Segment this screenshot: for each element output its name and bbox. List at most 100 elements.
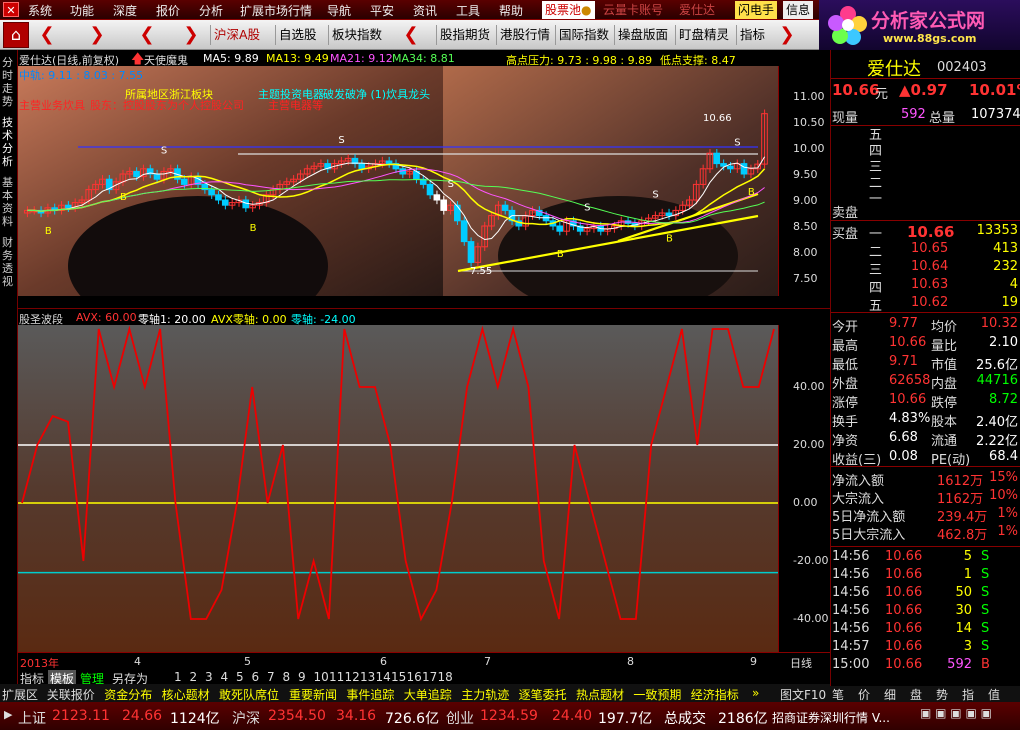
- template-number-tab[interactable]: 6: [252, 670, 260, 684]
- side-tab-financials[interactable]: 财务透视: [2, 236, 16, 288]
- high-price-label: 10.66: [703, 113, 732, 124]
- extension-tab[interactable]: 逐笔委托: [519, 686, 567, 703]
- template-number-tab[interactable]: 7: [267, 670, 275, 684]
- template-number-tab[interactable]: 14: [376, 670, 391, 684]
- chart-area[interactable]: 爱仕达(日线,前复权) 🡅 天使魔鬼 MA5: 9.89 MA13: 9.49 …: [18, 50, 830, 684]
- flash-trade-button[interactable]: 闪电手: [735, 1, 778, 19]
- buy-volume: 4: [1009, 277, 1018, 292]
- menu-system[interactable]: 系统: [28, 2, 52, 19]
- tab-global-index[interactable]: 国际指数: [555, 25, 612, 45]
- tick-side: S: [981, 549, 990, 564]
- extension-tab[interactable]: 热点题材: [576, 686, 624, 703]
- template-number-tab[interactable]: 15: [391, 670, 406, 684]
- tab-sector-index[interactable]: 板块指数: [328, 25, 385, 45]
- menu-quote[interactable]: 报价: [156, 2, 180, 19]
- side-tab-fundamentals[interactable]: 基本资料: [2, 176, 16, 228]
- quote-detail-tab[interactable]: 笔: [832, 686, 844, 703]
- quote-detail-tab[interactable]: 指: [962, 686, 974, 703]
- template-number-tab[interactable]: 17: [422, 670, 437, 684]
- tick-price: 10.66: [885, 567, 923, 582]
- tab-shanghai-shenzhen-a[interactable]: 沪深A股: [210, 25, 263, 45]
- menu-navigate[interactable]: 导航: [327, 2, 351, 19]
- stat-value: 2.40亿: [976, 415, 1018, 430]
- menu-extended-market[interactable]: 扩展市场行情: [240, 2, 312, 19]
- candle-body: [713, 152, 721, 165]
- menu-tools[interactable]: 工具: [456, 2, 480, 19]
- back-arrow-icon[interactable]: ❮: [36, 24, 58, 46]
- template-number-tab[interactable]: 1: [174, 670, 182, 684]
- extension-tab[interactable]: 重要新闻: [289, 686, 337, 703]
- tab-watch-wizard[interactable]: 盯盘精灵: [675, 25, 732, 45]
- template-number-tab[interactable]: 18: [438, 670, 453, 684]
- tab-indicator[interactable]: 指标: [736, 25, 768, 45]
- quote-detail-tab[interactable]: 价: [858, 686, 870, 703]
- menu-analysis[interactable]: 分析: [199, 2, 223, 19]
- tick-volume: 30: [955, 603, 972, 618]
- home-icon[interactable]: ⌂: [3, 22, 29, 48]
- scroll-right-icon[interactable]: ❯: [776, 24, 798, 46]
- quote-detail-tab[interactable]: 值: [988, 686, 1000, 703]
- x-tick: 4: [134, 655, 141, 668]
- template-number-tab[interactable]: 8: [283, 670, 291, 684]
- template-number-tab[interactable]: 16: [407, 670, 422, 684]
- menu-function[interactable]: 功能: [70, 2, 94, 19]
- tab-watchlist[interactable]: 自选股: [275, 25, 320, 45]
- down-arrow-icon[interactable]: ❯: [180, 24, 202, 46]
- menu-pingan[interactable]: 平安: [370, 2, 394, 19]
- up-arrow-icon[interactable]: ❮: [136, 24, 158, 46]
- x-tick: 8: [627, 655, 634, 668]
- menu-depth[interactable]: 深度: [113, 2, 137, 19]
- x-tick: 9: [750, 655, 757, 668]
- extension-tab[interactable]: 一致预期: [633, 686, 681, 703]
- extension-tab[interactable]: 大单追踪: [404, 686, 452, 703]
- template-number-tab[interactable]: 4: [221, 670, 229, 684]
- template-number-tab[interactable]: 5: [236, 670, 244, 684]
- tray-icons[interactable]: ▣ ▣ ▣ ▣ ▣: [920, 706, 992, 720]
- extension-tab[interactable]: 资金分布: [104, 686, 152, 703]
- tab-hk-market[interactable]: 港股行情: [496, 25, 553, 45]
- flow-pct: 1%: [997, 524, 1018, 539]
- template-number-tab[interactable]: 13: [360, 670, 375, 684]
- extension-tab[interactable]: 核心题材: [162, 686, 210, 703]
- shareholder-text: 股东：控股股东为个人控股公司: [90, 99, 244, 112]
- f10-button[interactable]: 图文F10: [780, 686, 826, 703]
- forward-arrow-icon[interactable]: ❯: [86, 24, 108, 46]
- extension-tab[interactable]: 关联报价: [47, 686, 95, 703]
- extension-tab[interactable]: 经济指标: [691, 686, 739, 703]
- template-number-tab[interactable]: 12: [345, 670, 360, 684]
- indicator-axis: 40.00 20.00 0.00 -20.00 -40.00: [778, 325, 830, 652]
- side-tab-technical[interactable]: 技术分析: [2, 116, 16, 168]
- stock-tag[interactable]: 爱仕达: [676, 1, 718, 19]
- indicator-chart[interactable]: [18, 325, 778, 652]
- quote-detail-tab[interactable]: 盘: [910, 686, 922, 703]
- account-tag[interactable]: 云量卡账号: [600, 1, 666, 19]
- quote-detail-tab[interactable]: 细: [884, 686, 896, 703]
- scroll-left-icon[interactable]: ❮: [400, 24, 422, 46]
- info-button[interactable]: 信息: [783, 1, 814, 19]
- extension-tab[interactable]: 扩展区: [2, 686, 38, 703]
- stat-label: 收益(三): [832, 453, 882, 468]
- template-number-tab[interactable]: 10: [314, 670, 329, 684]
- menu-news[interactable]: 资讯: [413, 2, 437, 19]
- stock-pool-tab[interactable]: 股票池●: [542, 1, 595, 19]
- template-number-tab[interactable]: 3: [205, 670, 213, 684]
- flow-pct: 10%: [989, 488, 1018, 503]
- quote-detail-tab[interactable]: 势: [936, 686, 948, 703]
- template-number-tab[interactable]: 2: [190, 670, 198, 684]
- gem-index-label: 创业: [446, 711, 474, 727]
- close-icon[interactable]: ✕: [3, 2, 19, 17]
- side-tabs: 分时走势 技术分析 基本资料 财务透视: [0, 50, 18, 686]
- menu-help[interactable]: 帮助: [499, 2, 523, 19]
- extension-tab[interactable]: 敢死队席位: [219, 686, 279, 703]
- more-icon[interactable]: »: [752, 686, 759, 700]
- flow-value: 462.8万: [937, 528, 988, 543]
- template-number-tab[interactable]: 9: [298, 670, 306, 684]
- side-tab-intraday[interactable]: 分时走势: [2, 56, 16, 108]
- tab-trading-layout[interactable]: 操盘版面: [614, 25, 671, 45]
- price-tick: 10.00: [793, 142, 825, 155]
- tab-index-futures[interactable]: 股指期货: [436, 25, 493, 45]
- x-tick: 6: [380, 655, 387, 668]
- template-number-tab[interactable]: 11: [329, 670, 344, 684]
- extension-tab[interactable]: 事件追踪: [346, 686, 394, 703]
- extension-tab[interactable]: 主力轨迹: [461, 686, 509, 703]
